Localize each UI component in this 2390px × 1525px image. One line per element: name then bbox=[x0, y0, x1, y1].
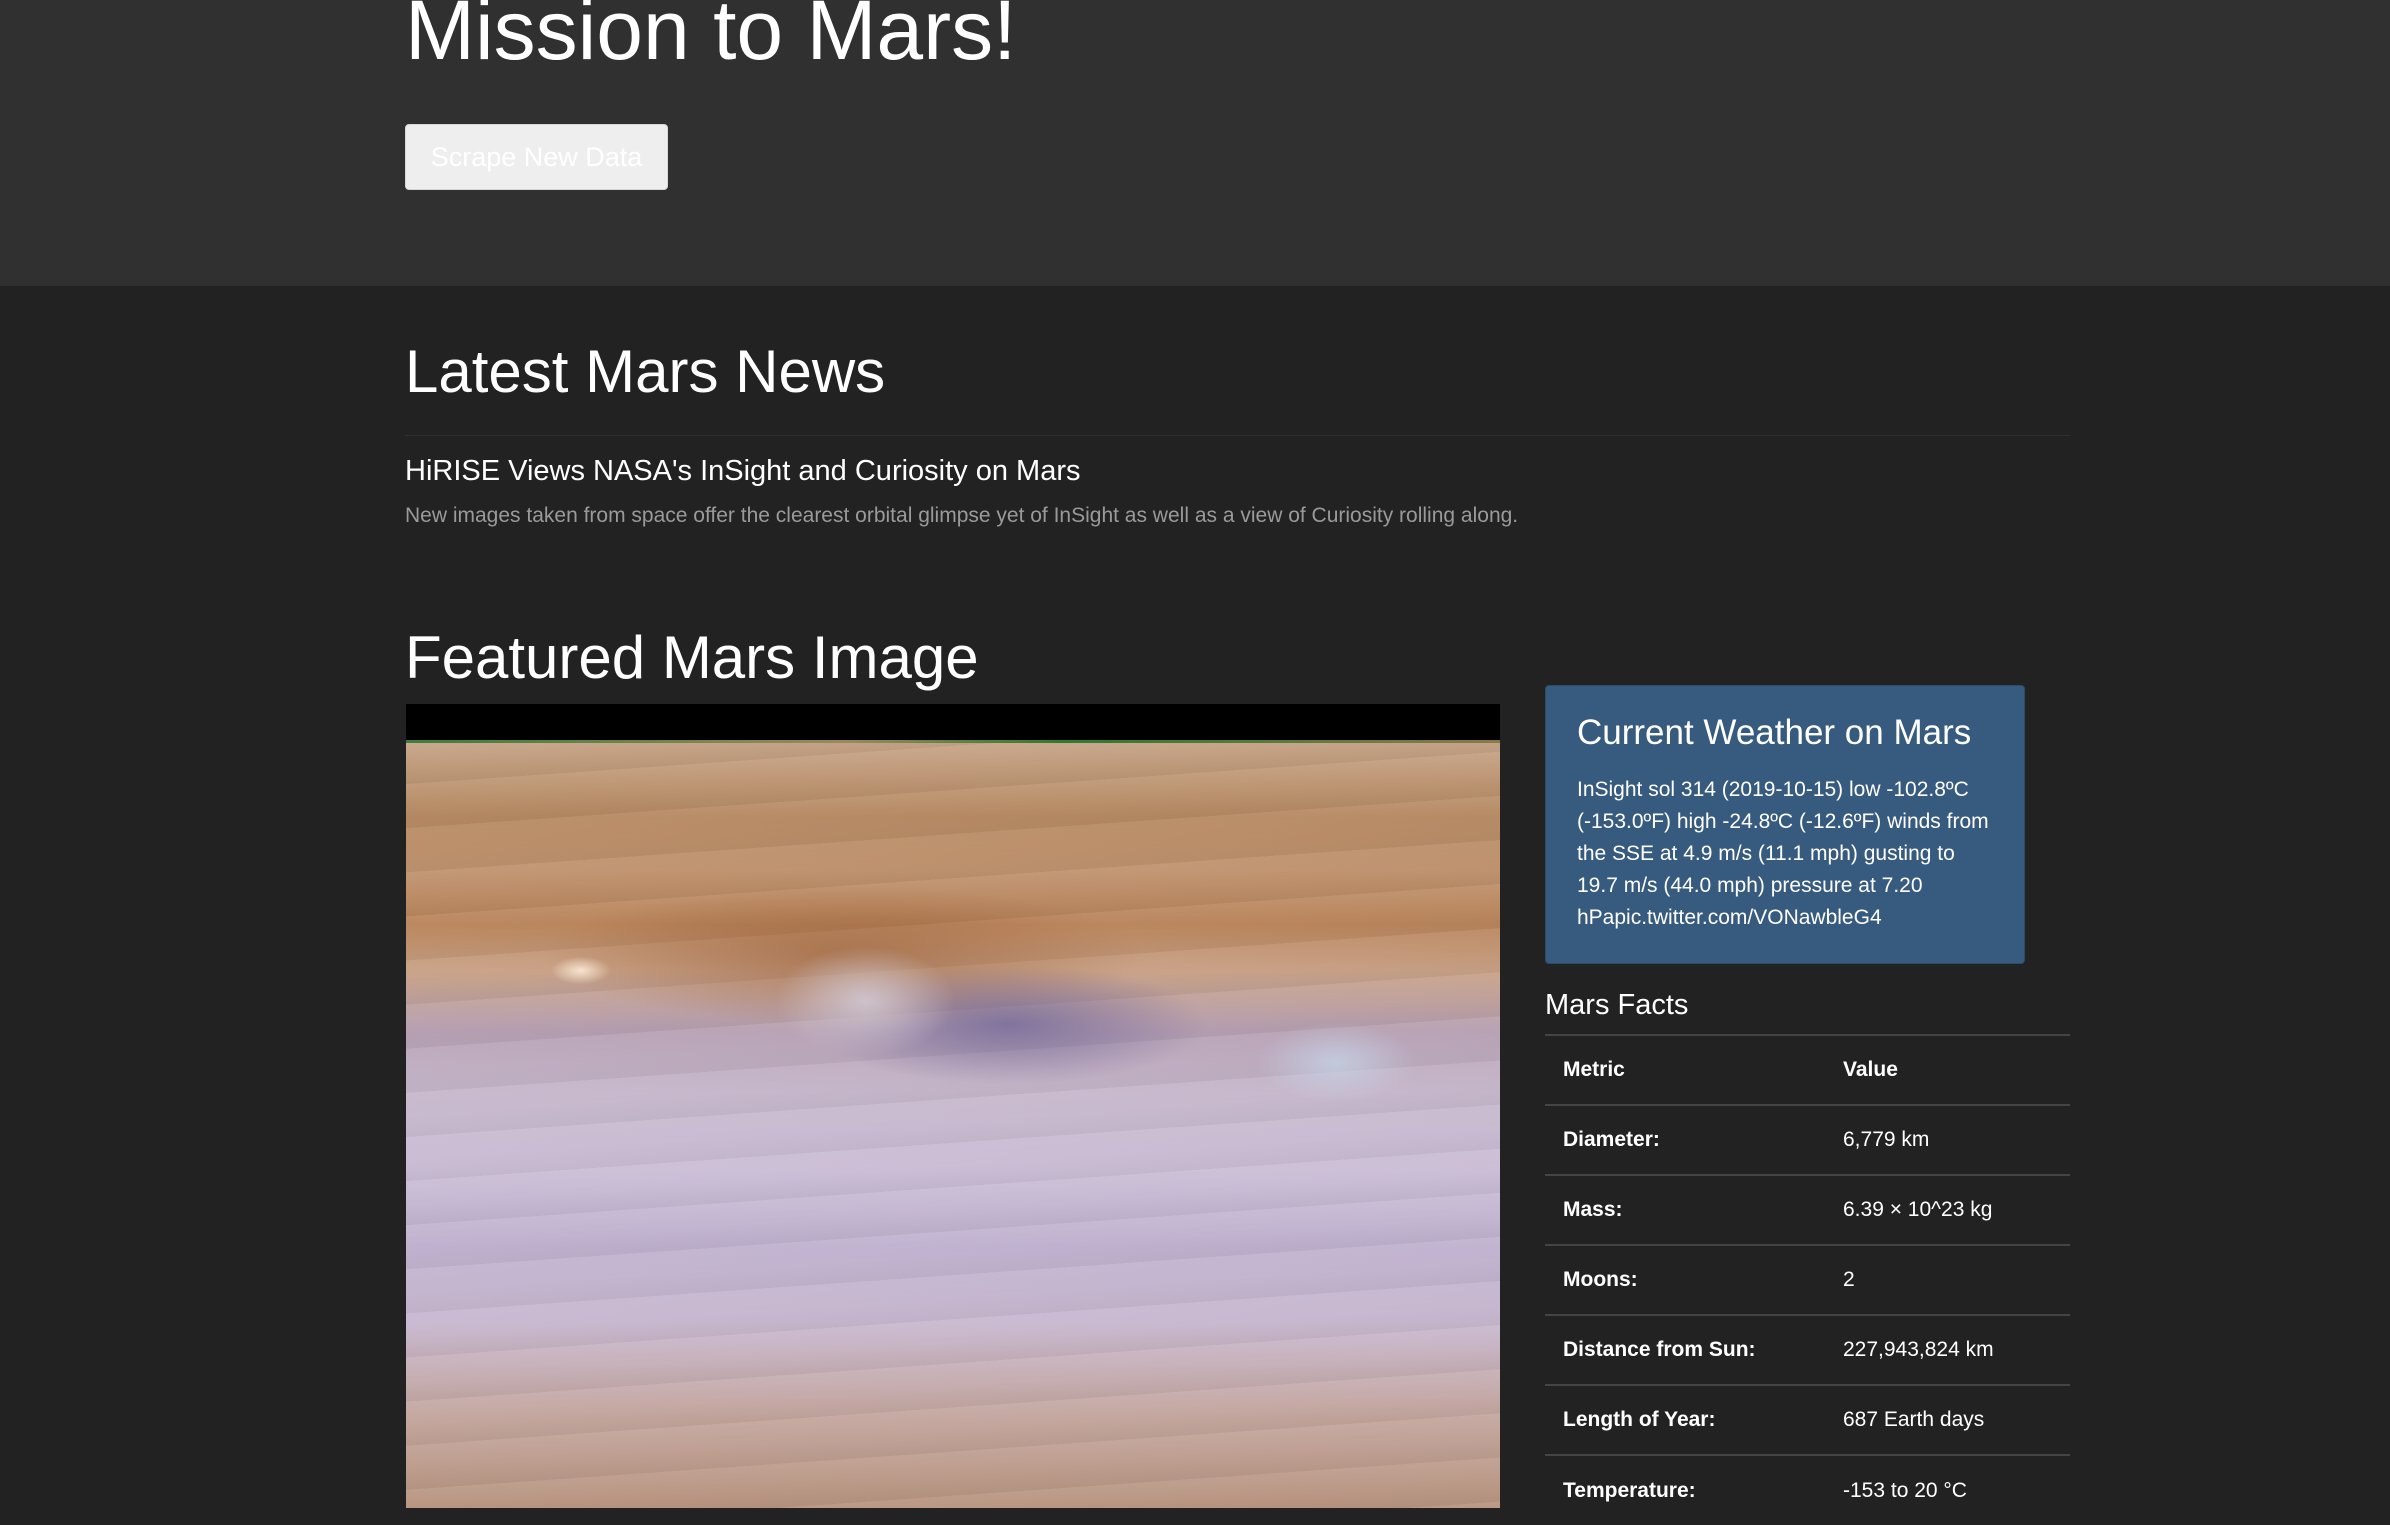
mars-facts-table: Metric Value Diameter: 6,779 km Mass: 6.… bbox=[1545, 1034, 2070, 1525]
fact-metric: Distance from Sun: bbox=[1545, 1314, 1825, 1385]
featured-mars-image bbox=[406, 704, 1500, 1508]
fact-value: 2 bbox=[1825, 1244, 2070, 1315]
latest-news-heading: Latest Mars News bbox=[405, 338, 886, 405]
weather-panel: Current Weather on Mars InSight sol 314 … bbox=[1545, 685, 2025, 964]
featured-image-heading: Featured Mars Image bbox=[405, 624, 979, 691]
scrape-new-data-button[interactable]: Scrape New Data bbox=[405, 124, 668, 190]
news-divider bbox=[405, 435, 2070, 436]
table-row: Diameter: 6,779 km bbox=[1545, 1104, 2070, 1175]
table-row: Moons: 2 bbox=[1545, 1244, 2070, 1315]
fact-value: 687 Earth days bbox=[1825, 1384, 2070, 1455]
table-row: Mass: 6.39 × 10^23 kg bbox=[1545, 1174, 2070, 1245]
table-row: Distance from Sun: 227,943,824 km bbox=[1545, 1314, 2070, 1385]
value-column-header: Value bbox=[1825, 1034, 2070, 1106]
fact-metric: Diameter: bbox=[1545, 1104, 1825, 1175]
page-title: Mission to Mars! bbox=[405, 0, 1017, 77]
news-headline: HiRISE Views NASA's InSight and Curiosit… bbox=[405, 455, 1081, 487]
facts-header-row: Metric Value bbox=[1545, 1034, 2070, 1106]
fact-value: 6,779 km bbox=[1825, 1104, 2070, 1175]
fact-value: 227,943,824 km bbox=[1825, 1314, 2070, 1385]
mars-facts-heading: Mars Facts bbox=[1545, 989, 1689, 1021]
fact-metric: Mass: bbox=[1545, 1174, 1825, 1245]
news-teaser: New images taken from space offer the cl… bbox=[405, 504, 1519, 527]
table-row: Length of Year: 687 Earth days bbox=[1545, 1384, 2070, 1455]
header-jumbotron: Mission to Mars! Scrape New Data bbox=[0, 0, 2390, 286]
fact-metric: Moons: bbox=[1545, 1244, 1825, 1315]
fact-value: 6.39 × 10^23 kg bbox=[1825, 1174, 2070, 1245]
fact-value: -153 to 20 °C bbox=[1825, 1454, 2070, 1525]
table-row: Temperature: -153 to 20 °C bbox=[1545, 1454, 2070, 1525]
weather-title: Current Weather on Mars bbox=[1577, 713, 1972, 752]
fact-metric: Temperature: bbox=[1545, 1454, 1825, 1525]
fact-metric: Length of Year: bbox=[1545, 1384, 1825, 1455]
featured-image-content bbox=[406, 740, 1500, 1508]
weather-report: InSight sol 314 (2019-10-15) low -102.8º… bbox=[1577, 778, 1989, 929]
metric-column-header: Metric bbox=[1545, 1034, 1825, 1106]
